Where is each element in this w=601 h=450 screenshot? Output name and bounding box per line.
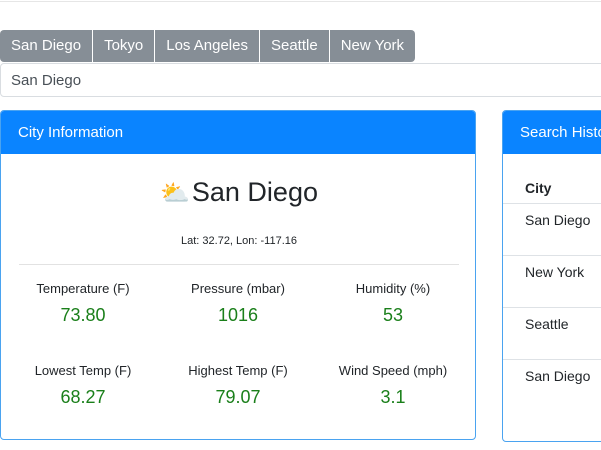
stat-value: 3.1 <box>380 387 406 407</box>
history-row-city: San Diego <box>525 212 591 228</box>
coordinates: Lat: 32.72, Lon: -117.16 <box>181 235 297 247</box>
city-button-san-diego[interactable]: San Diego <box>0 30 94 62</box>
stat-pressure: Pressure (mbar) 1016 <box>163 281 313 326</box>
city-button-group: San Diego Tokyo Los Angeles Seattle New … <box>0 30 416 62</box>
divider <box>19 264 459 265</box>
history-column-header: City <box>525 180 552 196</box>
city-information-card: City Information ⛅San Diego Lat: 32.72, … <box>0 110 476 440</box>
city-button-los-angeles[interactable]: Los Angeles <box>155 30 260 62</box>
stat-wind-speed: Wind Speed (mph) 3.1 <box>318 363 468 408</box>
stat-humidity: Humidity (%) 53 <box>318 281 468 326</box>
history-row-city: Seattle <box>525 316 569 332</box>
stat-label: Humidity (%) <box>355 281 431 296</box>
stat-value: 68.27 <box>60 387 106 407</box>
city-button-tokyo[interactable]: Tokyo <box>93 30 156 62</box>
history-row[interactable]: San Diego <box>503 203 601 256</box>
city-button-new-york[interactable]: New York <box>329 30 416 62</box>
stat-value: 53 <box>382 305 404 325</box>
history-row[interactable]: New York <box>503 255 601 308</box>
stat-label: Highest Temp (F) <box>188 363 288 378</box>
top-divider <box>0 0 601 2</box>
city-button-seattle[interactable]: Seattle <box>259 30 330 62</box>
search-history-card: Search History City San Diego New York S… <box>502 110 601 442</box>
stat-highest-temp: Highest Temp (F) 79.07 <box>163 363 313 408</box>
stat-label: Pressure (mbar) <box>191 281 285 296</box>
stat-label: Wind Speed (mph) <box>338 363 448 378</box>
history-row-city: San Diego <box>525 368 591 384</box>
history-row[interactable]: San Diego <box>503 359 601 412</box>
stat-value: 79.07 <box>215 387 261 407</box>
stat-temperature: Temperature (F) 73.80 <box>8 281 158 326</box>
stat-label: Temperature (F) <box>36 281 130 296</box>
city-name: San Diego <box>191 177 318 207</box>
stat-value: 73.80 <box>60 305 106 325</box>
city-search-input[interactable] <box>0 63 601 97</box>
history-card-header: Search History <box>503 111 601 154</box>
stat-lowest-temp: Lowest Temp (F) 68.27 <box>8 363 158 408</box>
partly-cloudy-icon: ⛅ <box>160 180 190 207</box>
city-title: ⛅San Diego <box>1 177 475 208</box>
stat-value: 1016 <box>217 305 259 325</box>
city-card-header: City Information <box>1 111 475 154</box>
history-row-city: New York <box>525 264 585 280</box>
history-row[interactable]: Seattle <box>503 307 601 360</box>
stat-label: Lowest Temp (F) <box>34 363 132 378</box>
